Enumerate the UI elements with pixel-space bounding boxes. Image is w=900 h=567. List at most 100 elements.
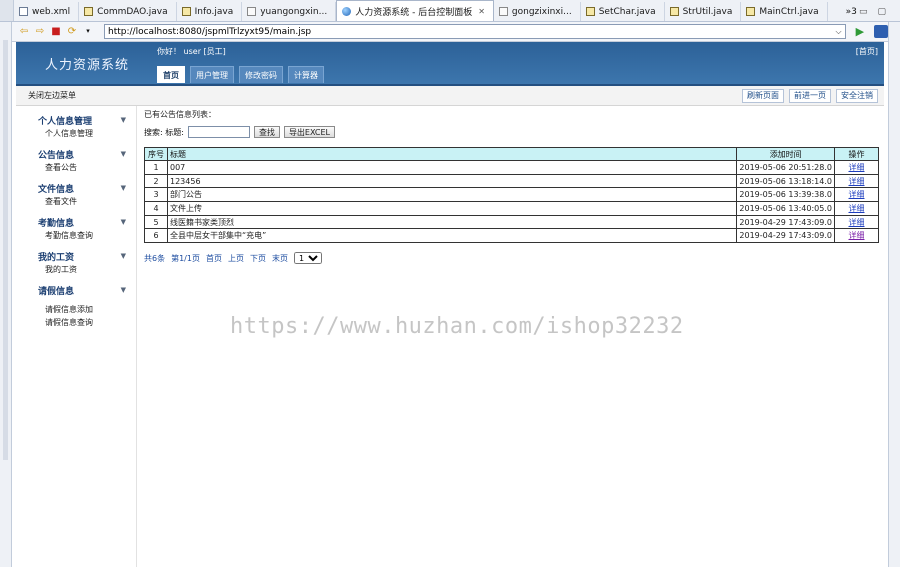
ide-tab-browser[interactable]: 人力资源系统 - 后台控制面板 ✕ (336, 0, 494, 21)
ide-tab-yuangongxin[interactable]: yuangongxin... (242, 2, 337, 21)
page-select[interactable]: 1 (293, 252, 322, 264)
cell-index: 3 (144, 187, 168, 203)
col-header-title: 标题 (166, 147, 738, 161)
tab-overflow-button[interactable]: »3 (846, 2, 857, 21)
cell-title: 007 (166, 160, 738, 175)
tab-change-password[interactable]: 修改密码 (239, 66, 283, 83)
col-header-index: 序号 (144, 147, 168, 161)
ide-tab-web-xml[interactable]: web.xml (14, 2, 80, 21)
table-header-row: 序号 标题 添加时间 操作 (144, 147, 879, 161)
pager-last[interactable]: 末页 (272, 253, 288, 264)
cell-time: 2019-04-29 17:43:09.0 (736, 214, 835, 230)
sidebar-item-view-file[interactable]: 查看文件 (16, 195, 136, 208)
detail-link[interactable]: 详细 (849, 177, 865, 186)
detail-link[interactable]: 详细 (849, 231, 865, 240)
cell-index: 6 (144, 228, 168, 244)
home-link[interactable]: [首页] (856, 46, 878, 57)
refresh-page-button[interactable]: 刷新页面 (742, 88, 784, 103)
logout-button[interactable]: 安全注销 (836, 88, 878, 103)
ide-tab-gongzixinxi[interactable]: gongzixinxi... (494, 2, 581, 21)
go-icon[interactable]: ▶ (856, 25, 864, 38)
tab-home[interactable]: 首页 (157, 66, 185, 83)
forward-arrow-icon[interactable]: ⇨ (34, 26, 46, 38)
java-file-icon (181, 7, 191, 16)
tab-user-management[interactable]: 用户管理 (190, 66, 234, 83)
ide-tab-info[interactable]: Info.java (177, 2, 243, 21)
cell-action: 详细 (834, 228, 879, 244)
detail-link[interactable]: 详细 (849, 204, 865, 213)
app-logo: 人力资源系统 (45, 58, 130, 73)
menu-head-salary[interactable]: 我的工资 ▼ (16, 249, 136, 263)
url-dropdown-icon[interactable]: ⌵ (836, 27, 842, 37)
cell-time: 2019-05-06 13:40:05.0 (736, 201, 835, 216)
globe-icon (342, 6, 352, 16)
java-file-icon (746, 7, 756, 16)
chevron-down-icon: ▼ (120, 218, 126, 226)
menu-head-personal[interactable]: 个人信息管理 ▼ (16, 113, 136, 127)
tab-calculator[interactable]: 计算器 (288, 66, 324, 83)
detail-link[interactable]: 详细 (849, 218, 865, 227)
col-header-action: 操作 (834, 147, 879, 161)
minimize-icon[interactable]: ▭ (859, 7, 868, 17)
ide-tab-commdao[interactable]: CommDAO.java (79, 2, 177, 21)
chevron-down-icon: ▼ (120, 116, 126, 124)
sidebar-item-leave-add[interactable]: 请假信息添加 (16, 303, 136, 316)
welcome-text: 你好！ user [员工] (157, 47, 226, 56)
url-input[interactable] (108, 26, 836, 37)
stop-icon[interactable]: ■ (50, 26, 62, 38)
sidebar-item-view-notice[interactable]: 查看公告 (16, 161, 136, 174)
table-row: 4 文件上传 2019-05-06 13:40:05.0 详细 (144, 201, 879, 216)
detail-link[interactable]: 详细 (849, 190, 865, 199)
cell-time: 2019-05-06 13:39:38.0 (736, 187, 835, 203)
sidebar-item-my-salary[interactable]: 我的工资 (16, 263, 136, 276)
dropdown-arrow-icon[interactable]: ▾ (82, 26, 94, 38)
ide-tab-lead (0, 0, 14, 21)
java-file-icon (84, 7, 94, 16)
sidebar-item-attendance-query[interactable]: 考勤信息查询 (16, 229, 136, 242)
web-browser-icon[interactable] (874, 25, 889, 38)
pager-prev[interactable]: 上页 (228, 253, 244, 264)
ide-tab-setchar[interactable]: SetChar.java (581, 2, 665, 21)
pager-page: 第1/1页 (171, 253, 200, 263)
main-nav-tabs: 首页 用户管理 修改密码 计算器 (157, 66, 324, 83)
forward-page-button[interactable]: 前进一页 (789, 88, 831, 103)
jsp-file-icon (498, 7, 508, 16)
close-icon[interactable]: ✕ (478, 7, 485, 16)
xml-file-icon (19, 7, 28, 16)
menu-head-file[interactable]: 文件信息 ▼ (16, 181, 136, 195)
app-page: 人力资源系统 你好！ user [员工] [首页] 首页 用户管理 修改密码 计… (12, 42, 888, 567)
menu-head-leave[interactable]: 请假信息 ▼ (16, 283, 136, 297)
refresh-icon[interactable]: ⟳ (66, 26, 78, 38)
search-label: 搜索: 标题: (144, 127, 184, 137)
cell-title: 123456 (166, 173, 738, 189)
list-title: 已有公告信息列表： (144, 110, 216, 119)
cell-action: 详细 (834, 160, 879, 175)
table-row: 6 全县中层女干部集中“充电” 2019-04-29 17:43:09.0 详细 (144, 228, 879, 244)
cell-index: 2 (144, 173, 168, 189)
cell-title: 部门公告 (166, 187, 738, 203)
cell-action: 详细 (834, 173, 879, 189)
pager-first[interactable]: 首页 (206, 253, 222, 264)
export-excel-button[interactable]: 导出EXCEL (283, 126, 335, 138)
collapse-menu-link[interactable]: 关闭左边菜单 (28, 90, 76, 101)
search-button[interactable]: 查找 (253, 126, 280, 138)
menu-head-attendance[interactable]: 考勤信息 ▼ (16, 215, 136, 229)
sidebar-item-leave-query[interactable]: 请假信息查询 (16, 316, 136, 329)
back-arrow-icon[interactable]: ⇦ (18, 26, 30, 38)
watermark-text: https://www.huzhan.com/ishop32232 (230, 314, 684, 339)
ide-tab-mainctrl[interactable]: MainCtrl.java (741, 2, 828, 21)
menu-head-notice[interactable]: 公告信息 ▼ (16, 147, 136, 161)
url-bar[interactable]: ⌵ (104, 24, 846, 39)
sidebar-item-personal-info[interactable]: 个人信息管理 (16, 127, 136, 140)
ide-tab-strutil[interactable]: StrUtil.java (665, 2, 742, 21)
detail-link[interactable]: 详细 (849, 163, 865, 172)
chevron-down-icon: ▼ (120, 184, 126, 192)
cell-title: 全县中层女干部集中“充电” (166, 228, 738, 244)
browser-toolbar: ⇦ ⇨ ■ ⟳ ▾ ⌵ ▶ (12, 22, 889, 42)
col-header-time: 添加时间 (736, 147, 835, 161)
java-file-icon (585, 7, 595, 16)
search-title-input[interactable] (187, 126, 250, 138)
pager-next[interactable]: 下页 (250, 253, 266, 264)
cell-action: 详细 (834, 187, 879, 203)
maximize-icon[interactable]: ▢ (877, 7, 886, 17)
